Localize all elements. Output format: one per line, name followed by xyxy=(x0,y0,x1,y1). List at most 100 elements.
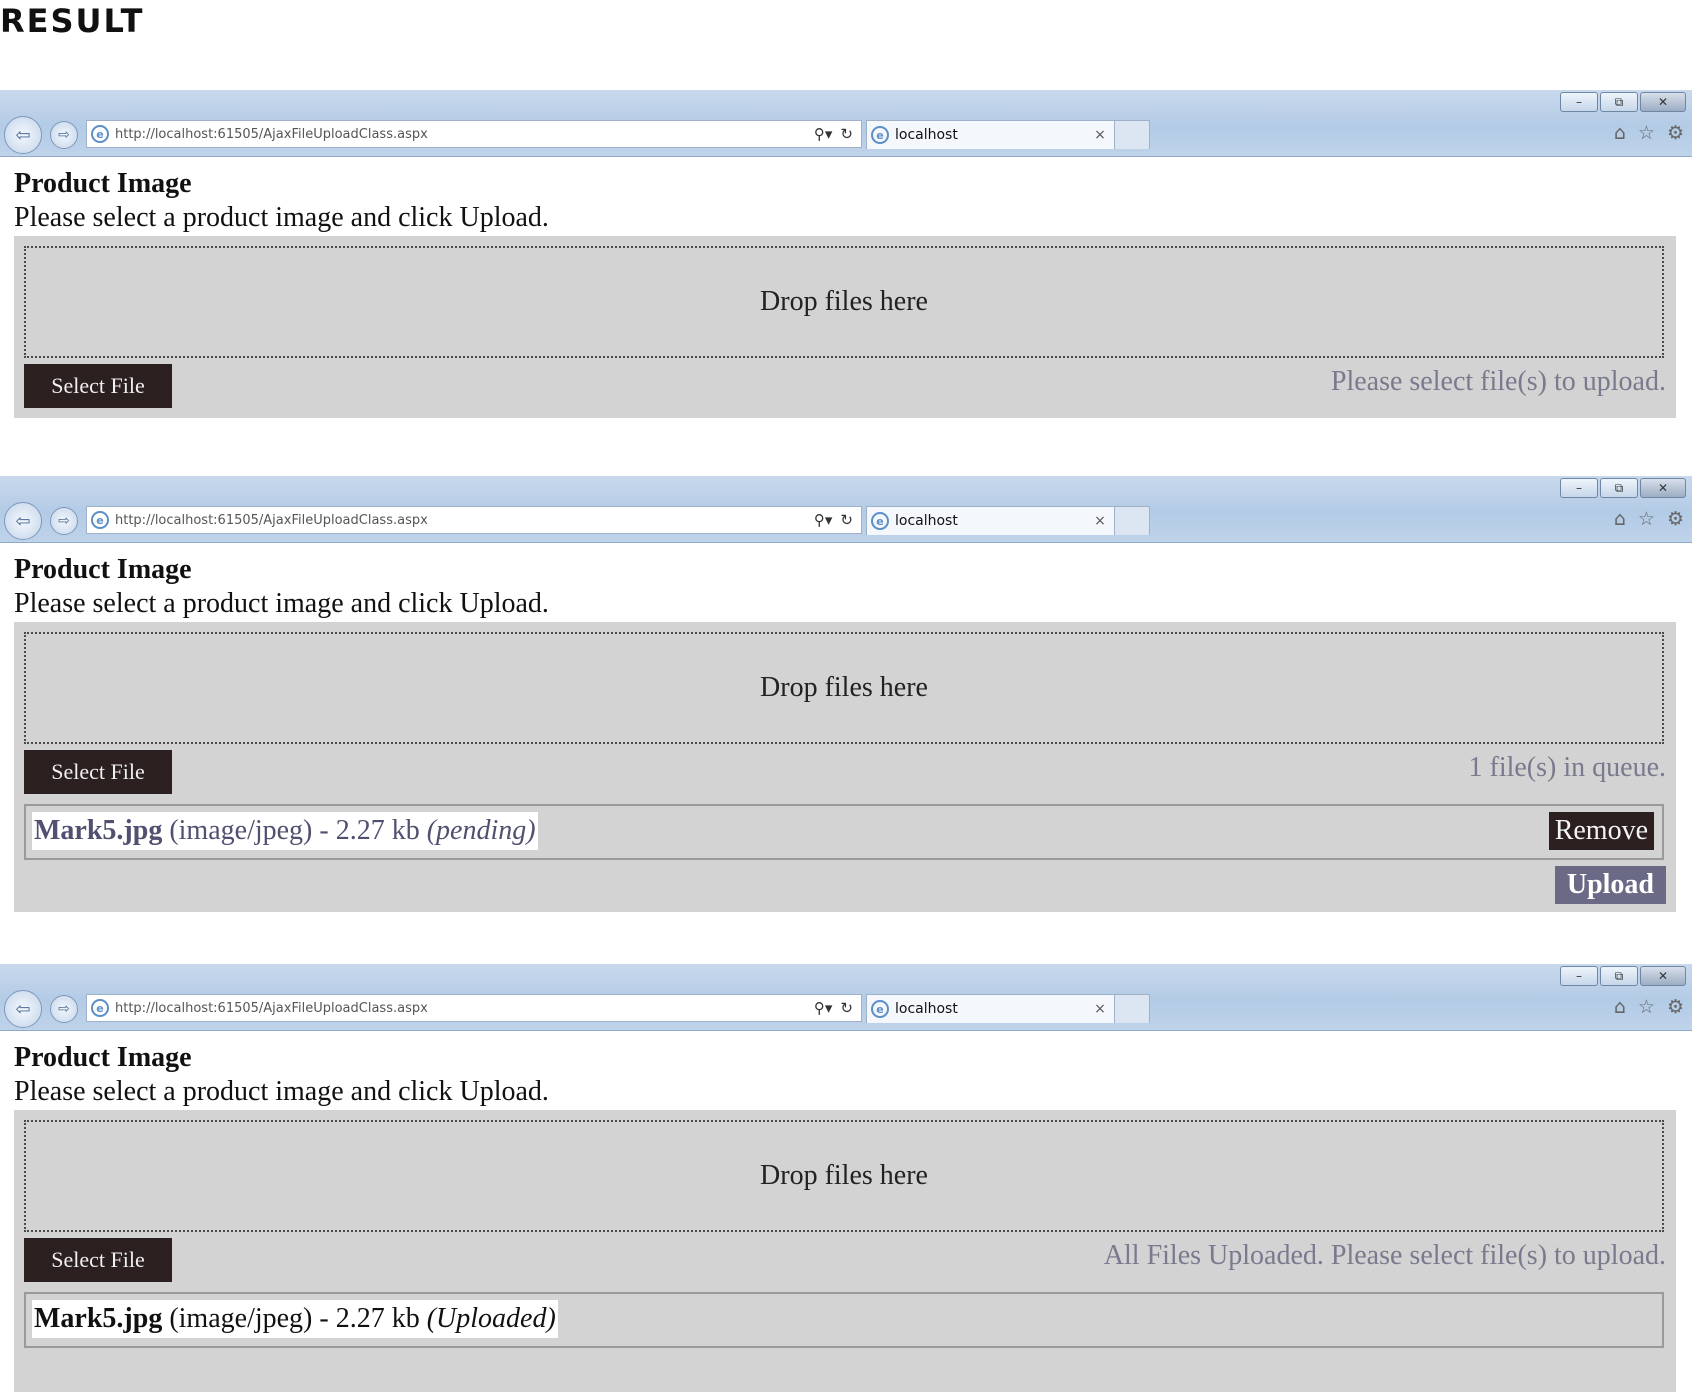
ie-page-icon: e xyxy=(91,999,109,1017)
browser-toolbar: – ⧉ ✕ ⇦ ⇨ e http://localhost:61505/AjaxF… xyxy=(0,90,1692,157)
select-file-button[interactable]: Select File xyxy=(24,364,172,408)
address-url[interactable]: http://localhost:61505/AjaxFileUploadCla… xyxy=(115,1001,814,1016)
select-file-button[interactable]: Select File xyxy=(24,1238,172,1282)
instruction-text: Please select a product image and click … xyxy=(14,202,549,233)
ie-page-icon: e xyxy=(91,125,109,143)
tools-gear-icon[interactable]: ⚙ xyxy=(1667,508,1684,530)
forward-arrow-icon: ⇨ xyxy=(58,1001,70,1017)
instruction-text: Please select a product image and click … xyxy=(14,588,549,619)
tab-page-icon: e xyxy=(871,512,889,530)
upload-button[interactable]: Upload xyxy=(1554,866,1666,904)
refresh-icon[interactable]: ↻ xyxy=(840,125,853,143)
window-controls: – ⧉ ✕ xyxy=(1560,478,1686,498)
file-state: (Uploaded) xyxy=(426,1303,556,1334)
refresh-icon[interactable]: ↻ xyxy=(840,999,853,1017)
file-name: Mark5.jpg xyxy=(34,815,163,846)
tab-close-icon[interactable]: × xyxy=(1091,127,1109,143)
upload-status: 1 file(s) in queue. xyxy=(1468,752,1667,783)
back-arrow-icon: ⇦ xyxy=(15,510,31,532)
file-info: Mark5.jpg (image/jpeg) - 2.27 kb (pendin… xyxy=(32,812,538,850)
back-button[interactable]: ⇦ xyxy=(4,116,42,154)
file-state: (pending) xyxy=(426,815,536,846)
home-icon[interactable]: ⌂ xyxy=(1614,508,1626,530)
browser-window-3: – ⧉ ✕ ⇦ ⇨ e http://localhost:61505/AjaxF… xyxy=(0,964,1692,1400)
file-meta: (image/jpeg) - 2.27 kb xyxy=(162,1303,427,1334)
home-icon[interactable]: ⌂ xyxy=(1614,122,1626,144)
ajax-file-upload: Drop files here Select File 1 file(s) in… xyxy=(14,622,1676,912)
upload-status: Please select file(s) to upload. xyxy=(1330,366,1666,397)
back-arrow-icon: ⇦ xyxy=(15,124,31,146)
tab-close-icon[interactable]: × xyxy=(1091,513,1109,529)
favorites-star-icon[interactable]: ☆ xyxy=(1638,508,1655,530)
tab-title: localhost xyxy=(895,513,958,529)
ie-page-icon: e xyxy=(91,511,109,529)
new-tab-button[interactable] xyxy=(1114,994,1150,1023)
close-window-button[interactable]: ✕ xyxy=(1640,478,1686,498)
browser-tab[interactable]: e localhost × xyxy=(866,506,1116,535)
tab-title: localhost xyxy=(895,1001,958,1017)
refresh-icon[interactable]: ↻ xyxy=(840,511,853,529)
window-controls: – ⧉ ✕ xyxy=(1560,966,1686,986)
minimize-button[interactable]: – xyxy=(1560,478,1598,498)
tab-title: localhost xyxy=(895,127,958,143)
back-button[interactable]: ⇦ xyxy=(4,502,42,540)
minimize-button[interactable]: – xyxy=(1560,92,1598,112)
select-file-button[interactable]: Select File xyxy=(24,750,172,794)
remove-button[interactable]: Remove xyxy=(1548,812,1654,850)
result-heading: RESULT xyxy=(0,2,145,40)
back-arrow-icon: ⇦ xyxy=(15,998,31,1020)
home-icon[interactable]: ⌂ xyxy=(1614,996,1626,1018)
window-controls: – ⧉ ✕ xyxy=(1560,92,1686,112)
file-meta: (image/jpeg) - 2.27 kb xyxy=(162,815,427,846)
browser-toolbar: – ⧉ ✕ ⇦ ⇨ e http://localhost:61505/AjaxF… xyxy=(0,964,1692,1031)
upload-status: All Files Uploaded. Please select file(s… xyxy=(1103,1240,1666,1271)
tools-gear-icon[interactable]: ⚙ xyxy=(1667,122,1684,144)
search-icon[interactable]: ⚲▾ xyxy=(814,999,833,1017)
drop-zone[interactable]: Drop files here xyxy=(24,632,1664,744)
drop-zone[interactable]: Drop files here xyxy=(24,246,1664,358)
forward-button[interactable]: ⇨ xyxy=(50,507,78,535)
forward-button[interactable]: ⇨ xyxy=(50,121,78,149)
new-tab-button[interactable] xyxy=(1114,506,1150,535)
queued-file-row: Mark5.jpg (image/jpeg) - 2.27 kb (pendin… xyxy=(24,804,1664,860)
forward-button[interactable]: ⇨ xyxy=(50,995,78,1023)
restore-button[interactable]: ⧉ xyxy=(1600,478,1638,498)
browser-window-2: – ⧉ ✕ ⇦ ⇨ e http://localhost:61505/AjaxF… xyxy=(0,476,1692,916)
close-window-button[interactable]: ✕ xyxy=(1640,92,1686,112)
address-bar[interactable]: e http://localhost:61505/AjaxFileUploadC… xyxy=(86,506,862,534)
search-icon[interactable]: ⚲▾ xyxy=(814,511,833,529)
browser-window-1: – ⧉ ✕ ⇦ ⇨ e http://localhost:61505/AjaxF… xyxy=(0,90,1692,420)
browser-tab[interactable]: e localhost × xyxy=(866,120,1116,149)
search-icon[interactable]: ⚲▾ xyxy=(814,125,833,143)
ajax-file-upload: Drop files here Select File Please selec… xyxy=(14,236,1676,418)
tab-page-icon: e xyxy=(871,126,889,144)
favorites-star-icon[interactable]: ☆ xyxy=(1638,996,1655,1018)
ajax-file-upload: Drop files here Select File All Files Up… xyxy=(14,1110,1676,1392)
address-bar[interactable]: e http://localhost:61505/AjaxFileUploadC… xyxy=(86,994,862,1022)
restore-button[interactable]: ⧉ xyxy=(1600,966,1638,986)
instruction-text: Please select a product image and click … xyxy=(14,1076,549,1107)
tools-gear-icon[interactable]: ⚙ xyxy=(1667,996,1684,1018)
close-window-button[interactable]: ✕ xyxy=(1640,966,1686,986)
browser-toolbar: – ⧉ ✕ ⇦ ⇨ e http://localhost:61505/AjaxF… xyxy=(0,476,1692,543)
forward-arrow-icon: ⇨ xyxy=(58,513,70,529)
address-url[interactable]: http://localhost:61505/AjaxFileUploadCla… xyxy=(115,513,814,528)
drop-zone[interactable]: Drop files here xyxy=(24,1120,1664,1232)
tab-close-icon[interactable]: × xyxy=(1091,1001,1109,1017)
forward-arrow-icon: ⇨ xyxy=(58,127,70,143)
page-title: Product Image xyxy=(14,168,192,199)
address-bar[interactable]: e http://localhost:61505/AjaxFileUploadC… xyxy=(86,120,862,148)
tab-page-icon: e xyxy=(871,1000,889,1018)
file-info: Mark5.jpg (image/jpeg) - 2.27 kb (Upload… xyxy=(32,1300,558,1338)
address-url[interactable]: http://localhost:61505/AjaxFileUploadCla… xyxy=(115,127,814,142)
browser-tab[interactable]: e localhost × xyxy=(866,994,1116,1023)
minimize-button[interactable]: – xyxy=(1560,966,1598,986)
page-title: Product Image xyxy=(14,1042,192,1073)
favorites-star-icon[interactable]: ☆ xyxy=(1638,122,1655,144)
back-button[interactable]: ⇦ xyxy=(4,990,42,1028)
uploaded-file-row: Mark5.jpg (image/jpeg) - 2.27 kb (Upload… xyxy=(24,1292,1664,1348)
new-tab-button[interactable] xyxy=(1114,120,1150,149)
file-name: Mark5.jpg xyxy=(34,1303,163,1334)
page-title: Product Image xyxy=(14,554,192,585)
restore-button[interactable]: ⧉ xyxy=(1600,92,1638,112)
